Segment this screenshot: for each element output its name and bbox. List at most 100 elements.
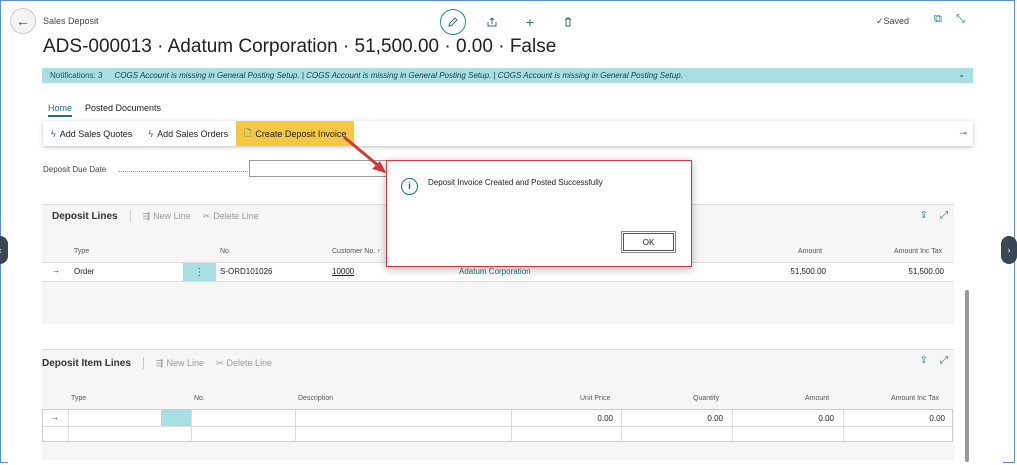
cell-unit-price[interactable]: 0.00 [541,414,613,423]
row-actions-menu[interactable]: ⋮ [183,263,216,281]
delete-line-button[interactable]: ✂ Delete Line [216,358,272,369]
cell-amount-inc-tax[interactable]: 51,500.00 [870,267,944,276]
edit-button[interactable] [440,9,466,35]
divider [142,357,144,369]
column-header-amount[interactable]: Amount [798,248,822,255]
action-bar: ϟ Add Sales Quotes ϟ Add Sales Orders 🗋 … [43,121,973,146]
pencil-icon [448,17,458,27]
back-button[interactable]: ← [10,8,36,34]
deposit-item-lines-section: Deposit Item Lines ⇶ New Line ✂ Delete Lin… [42,349,954,460]
chevron-left-icon: ‹ [0,245,2,255]
info-icon: i [401,178,418,195]
divider [129,210,131,222]
document-icon: 🗋 [244,127,252,138]
trash-icon [565,17,571,27]
saved-status: ✓Saved [876,16,910,26]
expand-icon[interactable]: ⤢ [940,210,948,221]
deposit-due-date-label: Deposit Due Date [43,165,107,174]
chevron-right-icon: › [1007,245,1011,255]
expand-icon[interactable]: ⤢ [940,355,948,366]
column-header-type[interactable]: Type [74,248,89,255]
deposit-lines-title: Deposit Lines [52,210,118,222]
grid-lines [43,426,952,427]
more-vertical-icon: ⋮ [194,266,205,278]
notification-message: COGS Account is missing in General Posti… [114,71,683,80]
share-icon [487,17,497,27]
new-line-icon: ⇶ [142,210,151,221]
callout-arrow [343,135,386,173]
grid-col-4 [511,410,512,441]
add-sales-quotes-button[interactable]: ϟ Add Sales Quotes [43,121,140,146]
collapse-icon[interactable]: ⤡ [956,13,965,26]
arrow-left-icon: ← [16,13,30,29]
delete-line-button[interactable]: ✂ Delete Line [203,211,259,222]
page-title: ADS-000013 · Adatum Corporation · 51,500… [43,36,557,57]
column-header-amount-inc-tax[interactable]: Amount Inc Tax [894,248,942,255]
action-tabs: Home Posted Documents [48,103,161,117]
tab-posted-documents[interactable]: Posted Documents [85,103,161,117]
create-deposit-invoice-button[interactable]: 🗋 Create Deposit Invoice [236,121,355,146]
new-line-icon: ⇶ [155,357,164,368]
add-sales-orders-button[interactable]: ϟ Add Sales Orders [140,121,236,146]
cell-quantity[interactable]: 0.00 [651,414,723,423]
column-header-amount-inc-tax[interactable]: Amount Inc Tax [891,395,939,402]
obscured-field-row [42,148,486,156]
delete-line-icon: ✂ [202,210,211,221]
grid-col-5 [621,410,622,441]
grid-col-3 [295,410,296,441]
column-header-customer-no[interactable]: Customer No. ↑ [332,248,381,255]
vertical-scrollbar[interactable] [965,290,969,462]
open-new-window-icon[interactable]: ⧉ [934,13,942,26]
grid-col-6 [732,410,733,441]
deposit-item-lines-header: Deposit Item Lines ⇶ New Line ✂ Delete Lin… [42,352,272,374]
new-line-button[interactable]: ⇶ New Line [156,358,204,369]
chevron-down-icon[interactable]: ⌄ [958,70,965,79]
new-line-button[interactable]: ⇶ New Line [143,211,191,222]
row-indicator-arrow-icon: → [52,266,60,275]
success-dialog: i Deposit Invoice Created and Posted Suc… [386,160,692,267]
column-header-type[interactable]: Type [71,395,86,402]
deposit-item-lines-title: Deposit Item Lines [42,357,131,369]
column-header-no[interactable]: No. [220,248,231,255]
table-row[interactable]: → 0.00 0.00 0.00 0.00 [42,409,953,442]
share-icon[interactable]: ⇪ [920,355,928,366]
column-header-description[interactable]: Description [298,395,333,402]
new-button[interactable]: + [518,10,542,34]
column-header-quantity[interactable]: Quantity [693,395,719,402]
pin-icon[interactable]: ⊸ [959,128,967,139]
ok-button[interactable]: OK [621,231,676,253]
cell-type[interactable]: Order [74,267,94,276]
grid-col-2 [191,410,192,441]
column-header-amount[interactable]: Amount [805,395,829,402]
cell-no[interactable]: S-ORD101026 [220,267,272,276]
grid-col-7 [843,410,844,441]
tab-home[interactable]: Home [48,103,73,117]
cell-customer-no[interactable]: 10000 [332,267,354,276]
notification-bar[interactable]: Notifications: 3 COGS Account is missing… [42,68,973,83]
scroll-left-button[interactable]: ‹ [0,236,8,264]
section-icons: ⇪ ⤢ [920,355,948,366]
top-actions: + [440,9,580,35]
cell-amount[interactable]: 0.00 [762,414,834,423]
scroll-right-button[interactable]: › [1001,236,1017,264]
delete-line-icon: ✂ [215,357,224,368]
lightning-icon: ϟ [51,128,56,139]
deposit-lines-header: Deposit Lines ⇶ New Line ✂ Delete Line [52,205,259,227]
page-caption: Sales Deposit [43,16,99,26]
column-header-unit-price[interactable]: Unit Price [580,395,610,402]
row-actions-cell[interactable] [161,410,191,426]
field-leader [118,171,248,172]
grid-col-1 [68,410,69,441]
share-button[interactable] [480,10,504,34]
column-header-no[interactable]: No. [194,395,205,402]
notification-count: Notifications: 3 [50,71,103,80]
cell-amount-inc-tax[interactable]: 0.00 [873,414,945,423]
delete-button[interactable] [556,10,580,34]
row-indicator-arrow-icon: → [51,413,59,422]
share-icon[interactable]: ⇪ [920,210,928,221]
lightning-icon: ϟ [148,128,154,139]
cell-amount[interactable]: 51,500.00 [754,267,826,276]
cell-customer-name[interactable]: Adatum Corporation [459,267,531,276]
check-icon: ✓ [876,16,884,26]
dialog-message: Deposit Invoice Created and Posted Succe… [428,178,603,187]
